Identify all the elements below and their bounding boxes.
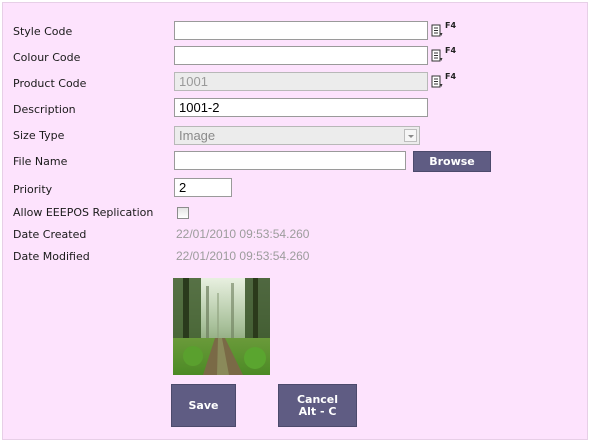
allow-replication-label: Allow EEEPOS Replication	[13, 206, 154, 219]
date-created-value: 22/01/2010 09:53:54.260	[176, 227, 310, 241]
product-code-input[interactable]: 1001	[174, 72, 428, 91]
cancel-shortcut-label: Alt - C	[298, 405, 337, 418]
date-created-label: Date Created	[13, 228, 87, 241]
colour-code-lookup[interactable]: F4	[431, 46, 461, 64]
style-code-lookup[interactable]: F4	[431, 21, 461, 39]
description-input[interactable]: 1001-2	[174, 98, 428, 117]
size-type-label: Size Type	[13, 129, 65, 142]
date-modified-value: 22/01/2010 09:53:54.260	[176, 249, 310, 263]
cancel-button[interactable]: Cancel Alt - C	[278, 384, 357, 427]
f4-shortcut-label: F4	[445, 21, 457, 30]
description-label: Description	[13, 103, 76, 116]
f4-shortcut-label: F4	[445, 72, 457, 81]
lookup-list-icon	[431, 75, 443, 88]
chevron-down-icon[interactable]	[404, 129, 417, 142]
style-code-input[interactable]	[174, 21, 428, 40]
size-type-value: Image	[179, 128, 216, 143]
priority-input[interactable]: 2	[174, 178, 232, 197]
image-preview	[173, 278, 270, 375]
size-type-select[interactable]: Image	[174, 126, 420, 145]
f4-shortcut-label: F4	[445, 46, 457, 55]
save-button[interactable]: Save	[171, 384, 236, 427]
file-name-input[interactable]	[174, 151, 406, 170]
allow-replication-checkbox[interactable]	[177, 207, 189, 219]
form-panel: Style Code F4 Colour Code F4 Product Cod…	[2, 2, 588, 440]
lookup-list-icon	[431, 49, 443, 62]
file-name-label: File Name	[13, 155, 68, 168]
colour-code-input[interactable]	[174, 46, 428, 65]
colour-code-label: Colour Code	[13, 51, 81, 64]
priority-label: Priority	[13, 183, 53, 196]
style-code-label: Style Code	[13, 25, 73, 38]
date-modified-label: Date Modified	[13, 250, 90, 263]
lookup-list-icon	[431, 24, 443, 37]
browse-button[interactable]: Browse	[413, 151, 491, 172]
product-code-label: Product Code	[13, 77, 87, 90]
product-code-lookup[interactable]: F4	[431, 72, 461, 90]
